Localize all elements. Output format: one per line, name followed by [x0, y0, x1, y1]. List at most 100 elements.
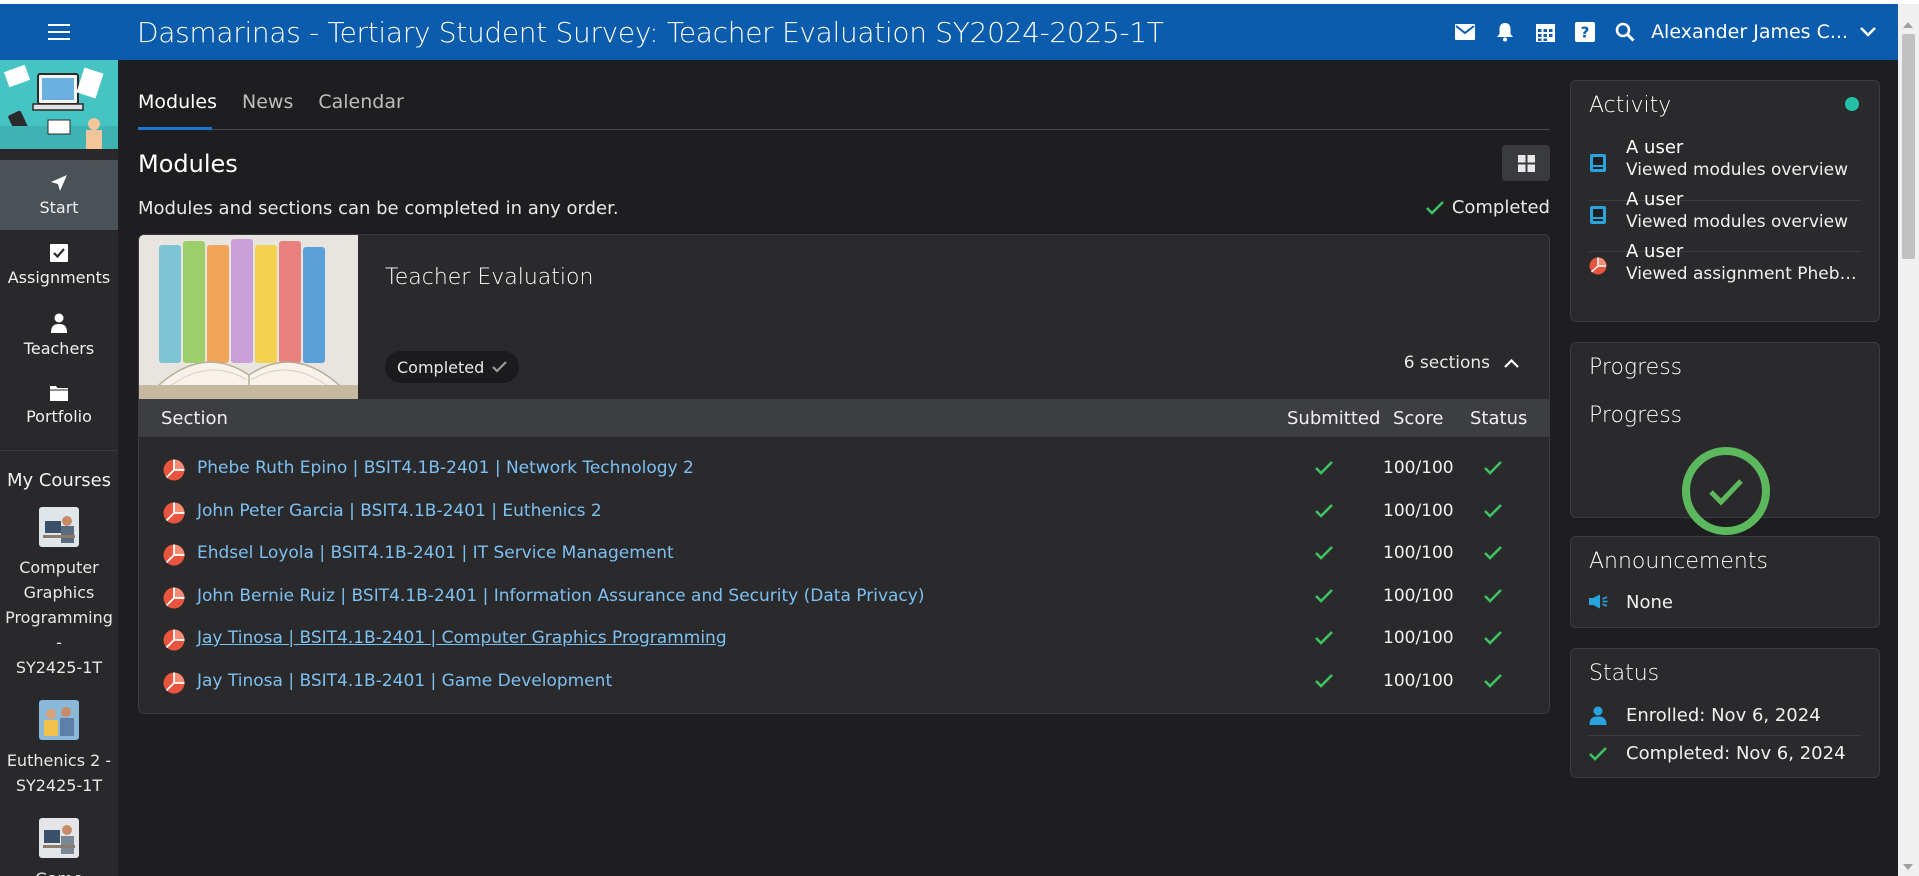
sidebar-course-computer-graphics[interactable]: Computer Graphics Programming - SY2425-1…	[0, 507, 118, 680]
calendar-icon	[1535, 23, 1555, 42]
completed-legend-label: Completed	[1451, 197, 1550, 218]
books-image-icon	[139, 235, 358, 399]
mail-button[interactable]	[1445, 4, 1485, 60]
activity-description: Viewed modules overview	[1626, 212, 1849, 232]
table-row: John Peter Garcia | BSIT4.1B-2401 | Euth…	[139, 492, 1549, 534]
column-header-submitted: Submitted	[1287, 408, 1381, 429]
check-icon	[1425, 200, 1444, 215]
status-check-icon	[1484, 630, 1502, 649]
module-status-badge: Completed	[385, 351, 520, 383]
course-thumbnail-icon	[39, 700, 79, 740]
scroll-up-arrow-icon[interactable]	[1903, 22, 1913, 28]
sidebar-item-teachers[interactable]: Teachers	[0, 300, 118, 370]
status-check-icon	[1484, 460, 1502, 479]
sidebar-item-start[interactable]: Start	[0, 160, 118, 230]
activity-title: Activity	[1589, 93, 1672, 118]
section-link[interactable]: Phebe Ruth Epino | BSIT4.1B-2401 | Netwo…	[197, 458, 694, 478]
column-header-section: Section	[161, 408, 228, 429]
chevron-up-icon	[1504, 358, 1519, 368]
checkbox-icon	[50, 243, 68, 262]
section-score: 100/100	[1383, 670, 1454, 691]
module-status-label: Completed	[397, 357, 485, 377]
sidebar: Start Assignments Teachers Portfolio My …	[0, 60, 118, 876]
help-button[interactable]: ?	[1565, 4, 1605, 60]
check-icon	[1589, 747, 1607, 761]
course-label-line: SY2425-1T	[15, 776, 103, 795]
module-title: Teacher Evaluation	[385, 265, 594, 290]
section-link[interactable]: Jay Tinosa | BSIT4.1B-2401 | Computer Gr…	[197, 628, 727, 648]
sidebar-item-label: Teachers	[23, 338, 95, 358]
survey-icon	[1589, 257, 1607, 275]
sections-collapse-toggle[interactable]: 6 sections	[1404, 353, 1519, 373]
submitted-check-icon	[1315, 588, 1333, 607]
sidebar-item-assignments[interactable]: Assignments	[0, 230, 118, 300]
menu-button[interactable]	[0, 4, 118, 60]
app-window: Dasmarinas - Tertiary Student Survey: Te…	[0, 4, 1919, 876]
section-link[interactable]: Jay Tinosa | BSIT4.1B-2401 | Game Develo…	[197, 671, 612, 691]
sidebar-item-portfolio[interactable]: Portfolio	[0, 370, 118, 440]
sidebar-item-label: Start	[39, 197, 79, 217]
section-link[interactable]: John Peter Garcia | BSIT4.1B-2401 | Euth…	[197, 501, 602, 521]
activity-item: A user Viewed modules overview	[1589, 137, 1861, 197]
table-row: Ehdsel Loyola | BSIT4.1B-2401 | IT Servi…	[139, 534, 1549, 576]
sidebar-course-euthenics[interactable]: Euthenics 2 - SY2425-1T	[0, 700, 118, 798]
submitted-check-icon	[1315, 545, 1333, 564]
status-check-icon	[1484, 545, 1502, 564]
activity-user: A user	[1626, 189, 1684, 210]
status-enrolled: Enrolled: Nov 6, 2024	[1626, 705, 1821, 726]
search-button[interactable]	[1605, 4, 1645, 60]
announcements-panel: Announcements None	[1570, 536, 1880, 628]
tab-calendar[interactable]: Calendar	[318, 91, 403, 129]
course-thumbnail-icon	[39, 507, 79, 547]
main-content: Modules News Calendar Modules Modules an…	[138, 60, 1550, 876]
my-courses-heading: My Courses	[6, 470, 112, 491]
notifications-button[interactable]	[1485, 4, 1525, 60]
user-menu-name[interactable]: Alexander James C...	[1651, 21, 1848, 43]
section-link[interactable]: Ehdsel Loyola | BSIT4.1B-2401 | IT Servi…	[197, 543, 674, 563]
sidebar-divider	[0, 450, 118, 451]
scrollbar-thumb[interactable]	[1902, 34, 1915, 259]
course-label-line: Computer	[19, 558, 99, 577]
announcements-title: Announcements	[1589, 549, 1768, 574]
check-icon	[492, 361, 508, 373]
progress-subtitle: Progress	[1589, 403, 1683, 428]
scroll-down-arrow-icon[interactable]	[1903, 864, 1913, 870]
tab-modules[interactable]: Modules	[138, 91, 217, 130]
course-thumbnail-icon	[39, 818, 79, 858]
survey-icon	[163, 587, 185, 613]
person-icon	[1589, 706, 1607, 725]
section-link[interactable]: John Bernie Ruiz | BSIT4.1B-2401 | Infor…	[197, 586, 924, 606]
status-check-icon	[1484, 588, 1502, 607]
status-title: Status	[1589, 661, 1660, 686]
activity-item: A user Viewed modules overview	[1589, 189, 1861, 249]
completed-legend: Completed	[1425, 197, 1550, 218]
progress-arc	[1682, 447, 1770, 535]
sections-count: 6 sections	[1403, 353, 1490, 373]
modules-note: Modules and sections can be completed in…	[138, 198, 619, 219]
section-score: 100/100	[1383, 628, 1454, 648]
sidebar-course-game[interactable]: Game	[0, 818, 118, 876]
top-bar-actions: ? Alexander James C...	[1445, 4, 1888, 60]
tab-news[interactable]: News	[242, 91, 293, 129]
course-banner-image	[0, 60, 118, 149]
submitted-check-icon	[1315, 503, 1333, 522]
calendar-button[interactable]	[1525, 4, 1565, 60]
user-menu-toggle[interactable]	[1848, 4, 1888, 60]
page-scrollbar[interactable]	[1898, 4, 1919, 876]
status-completed: Completed: Nov 6, 2024	[1626, 743, 1846, 764]
table-row: Jay Tinosa | BSIT4.1B-2401 | Game Develo…	[139, 662, 1549, 704]
sections-table-header: Section Submitted Score Status	[139, 399, 1549, 437]
bell-icon	[1497, 23, 1514, 42]
grid-view-button[interactable]	[1502, 145, 1550, 181]
announcements-value: None	[1626, 592, 1673, 613]
submitted-check-icon	[1315, 630, 1333, 649]
module-image	[139, 235, 358, 399]
activity-user: A user	[1626, 241, 1684, 262]
progress-title: Progress	[1589, 355, 1683, 380]
status-divider	[1589, 735, 1861, 736]
course-label-line: Game	[35, 866, 83, 876]
survey-icon	[163, 672, 185, 698]
column-header-status: Status	[1470, 408, 1528, 429]
table-row: John Bernie Ruiz | BSIT4.1B-2401 | Infor…	[139, 577, 1549, 619]
sidebar-item-label: Portfolio	[26, 407, 92, 426]
